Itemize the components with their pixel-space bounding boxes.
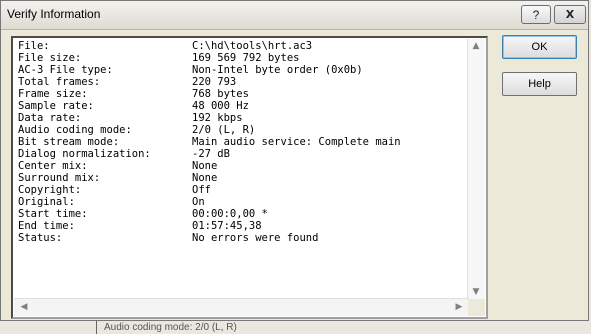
info-value: Off [192,184,211,196]
info-value: C:\hd\tools\hrt.ac3 [192,40,313,52]
info-row: Audio coding mode: 2/0 (L, R) [18,124,401,136]
info-value: None [192,160,218,172]
info-label: Audio coding mode: [18,124,132,136]
background-divider [96,321,97,334]
info-text-area[interactable]: File: C:\hd\tools\hrt.ac3 File size: 169 56… [11,36,488,319]
info-row: End time: 01:57:45,38 [18,220,401,232]
info-value: 220 793 [192,76,237,88]
info-row: Dialog normalization: -27 dB [18,148,401,160]
info-row: Original: On [18,196,401,208]
info-label: File size: [18,52,82,64]
info-label: Surround mix: [18,172,101,184]
question-icon: ? [532,7,540,22]
info-row: Status: No errors were found [18,232,401,244]
scroll-down-arrow-icon[interactable]: ▼ [468,287,484,297]
info-label: Status: [18,232,63,244]
info-label: Original: [18,196,75,208]
info-row: File: C:\hd\tools\hrt.ac3 [18,40,401,52]
scrollbar-corner [468,299,485,316]
info-row: Center mix: None [18,160,401,172]
titlebar-close-button[interactable]: X [554,5,586,24]
info-value: -27 dB [192,148,230,160]
info-label: Copyright: [18,184,82,196]
info-value: 169 569 792 bytes [192,52,300,64]
info-value: None [192,172,218,184]
dialog-title: Verify Information [7,7,101,21]
info-label: Dialog normalization: [18,148,151,160]
info-row: Start time: 00:00:0,00 * [18,208,401,220]
info-row: Data rate: 192 kbps [18,112,401,124]
info-value: On [192,196,205,208]
background-window-text: Audio coding mode: 2/0 (L, R) [104,322,237,333]
info-label: File: [18,40,50,52]
info-label: End time: [18,220,75,232]
vertical-scrollbar[interactable]: ▲ ▼ [467,39,485,299]
info-label: Data rate: [18,112,82,124]
info-value: Non-Intel byte order (0x0b) [192,64,363,76]
info-row: Bit stream mode: Main audio service: Comp… [18,136,401,148]
ok-button[interactable]: OK [502,35,577,59]
info-row: AC-3 File type: Non-Intel byte order (0x0… [18,64,401,76]
help-button[interactable]: Help [502,72,577,96]
info-label: AC-3 File type: [18,64,113,76]
info-row: Frame size: 768 bytes [18,88,401,100]
info-label: Bit stream mode: [18,136,120,148]
close-icon: X [565,8,575,21]
info-value: No errors were found [192,232,319,244]
info-value: 192 kbps [192,112,243,124]
info-label: Center mix: [18,160,88,172]
scroll-up-arrow-icon[interactable]: ▲ [468,41,484,51]
titlebar-help-button[interactable]: ? [521,5,551,24]
title-bar[interactable]: Verify Information ? X [1,1,588,30]
scroll-left-arrow-icon[interactable]: ◀ [16,302,32,312]
verify-information-dialog: Verify Information ? X File: C:\hd\tools\… [0,0,589,321]
info-row: Total frames: 220 793 [18,76,401,88]
scroll-right-arrow-icon[interactable]: ▶ [451,302,467,312]
info-value: Main audio service: Complete main [192,136,401,148]
info-label: Start time: [18,208,88,220]
info-list: File: C:\hd\tools\hrt.ac3 File size: 169 56… [18,40,401,244]
info-row: Sample rate: 48 000 Hz [18,100,401,112]
info-row: File size: 169 569 792 bytes [18,52,401,64]
info-label: Frame size: [18,88,88,100]
info-label: Total frames: [18,76,101,88]
info-row: Surround mix: None [18,172,401,184]
horizontal-scrollbar[interactable]: ◀ ▶ [14,298,469,316]
info-value: 2/0 (L, R) [192,124,256,136]
info-value: 768 bytes [192,88,249,100]
info-value: 48 000 Hz [192,100,249,112]
info-label: Sample rate: [18,100,94,112]
info-value: 00:00:0,00 * [192,208,268,220]
info-value: 01:57:45,38 [192,220,262,232]
info-row: Copyright: Off [18,184,401,196]
